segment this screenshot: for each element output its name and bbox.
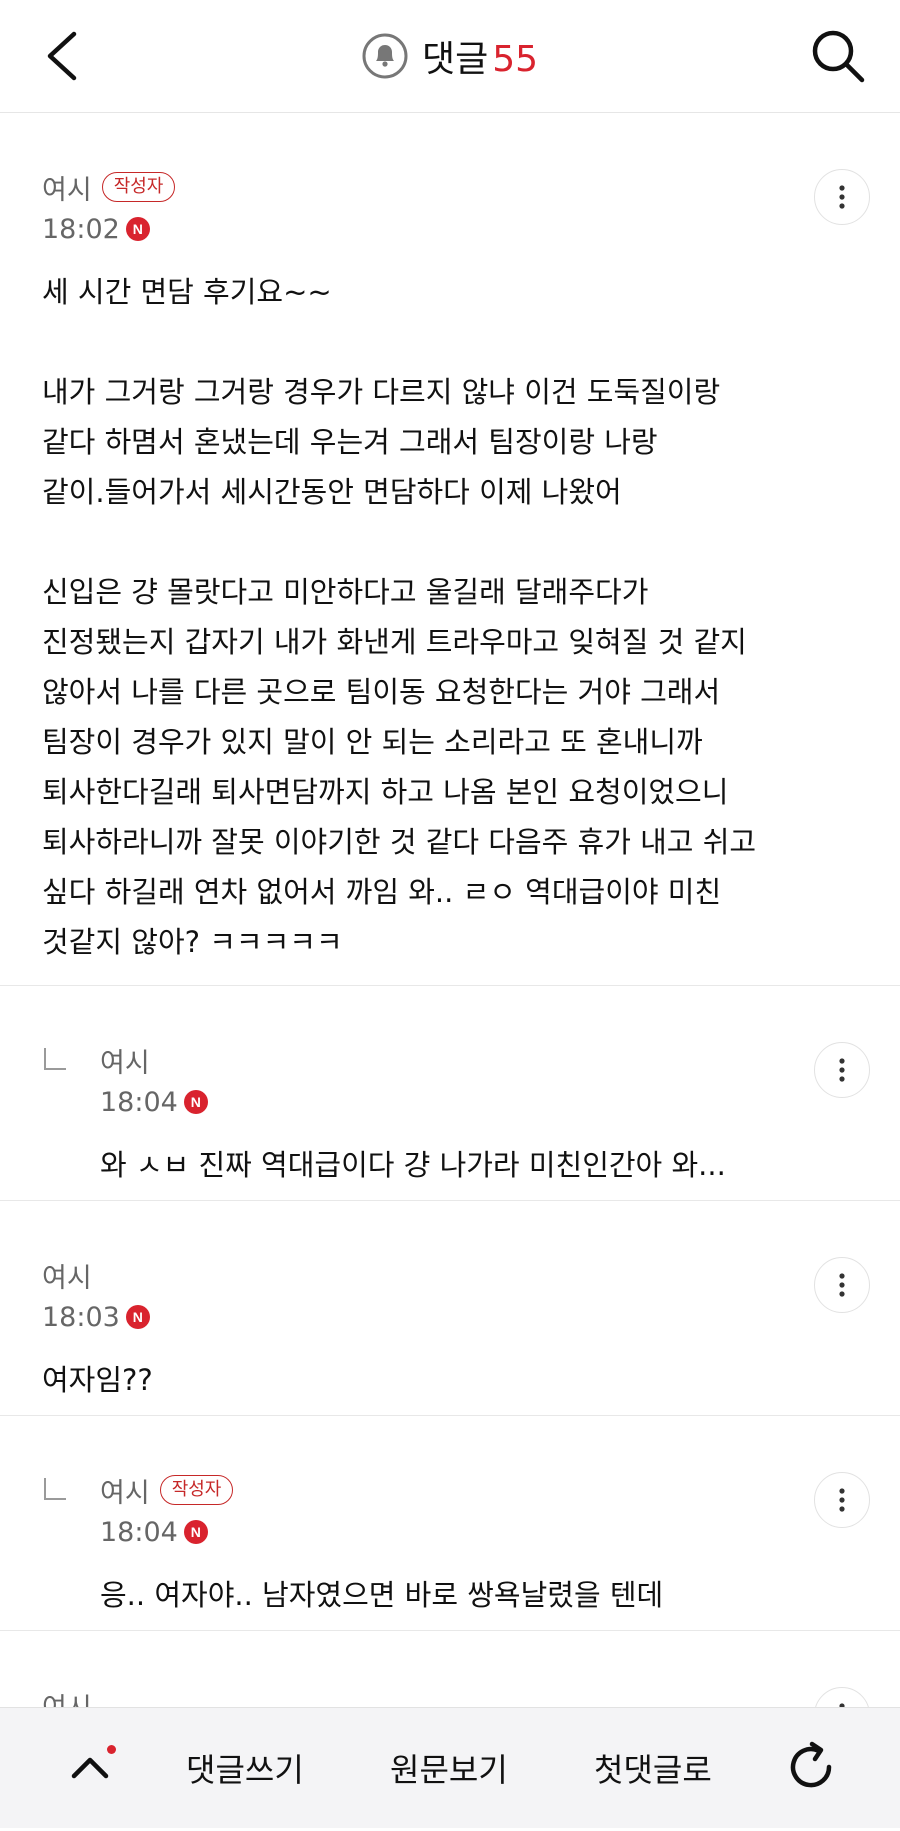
author-badge: 작성자 (159, 1475, 234, 1505)
more-vertical-icon (839, 1273, 845, 1297)
top-header: 댓글 55 (0, 0, 900, 113)
comment-more-button[interactable] (814, 169, 870, 225)
new-badge: N (183, 1090, 208, 1114)
comment-body: 와 ㅅㅂ 진짜 역대급이다 걍 나가라 미친인간아 와... (100, 1148, 726, 1182)
comment-body: 여자임?? (42, 1363, 153, 1397)
comment-author[interactable]: 여시 (100, 1041, 150, 1080)
reply-indicator-icon (44, 1478, 66, 1500)
comment-more-button[interactable] (814, 1042, 870, 1098)
comment-list: 여시 작성자 18:02 N 세 시간 면담 후기요~~ 내가 그거랑 그거랑 … (0, 113, 900, 1831)
first-comment-button[interactable]: 첫댓글로 (594, 1746, 712, 1790)
comments-title: 댓글 (421, 39, 489, 80)
search-icon (812, 30, 865, 83)
comment-author[interactable]: 여시 (42, 1256, 92, 1295)
comment-more-button[interactable] (814, 1472, 870, 1528)
new-badge: N (183, 1520, 208, 1544)
comment-time: 18:04 (100, 1516, 178, 1548)
comment-author[interactable]: 여시 (100, 1471, 150, 1510)
comment-author[interactable]: 여시 (42, 168, 92, 207)
more-vertical-icon (839, 1488, 845, 1512)
comment-time: 18:03 (42, 1301, 120, 1333)
more-vertical-icon (839, 185, 845, 209)
comment-item: 여시 작성자 18:02 N 세 시간 면담 후기요~~ 내가 그거랑 그거랑 … (0, 113, 900, 986)
author-badge: 작성자 (101, 172, 176, 202)
bell-icon[interactable] (362, 33, 408, 79)
view-original-button[interactable]: 원문보기 (390, 1746, 508, 1790)
bottom-toolbar: 댓글쓰기 원문보기 첫댓글로 (0, 1707, 900, 1828)
comment-more-button[interactable] (814, 1257, 870, 1313)
search-button[interactable] (808, 26, 868, 86)
reply-item: 여시 작성자 18:04 N 응.. 여자야.. 남자였으면 바로 쌍욕날렸을 … (0, 1416, 900, 1631)
reply-indicator-icon (44, 1048, 66, 1070)
comment-time: 18:04 (100, 1086, 178, 1118)
refresh-icon (790, 1741, 832, 1788)
comment-item: 여시 18:03 N 여자임?? (0, 1201, 900, 1416)
new-badge: N (125, 1305, 150, 1329)
comment-body: 세 시간 면담 후기요~~ 내가 그거랑 그거랑 경우가 다르지 않냐 이건 도… (42, 275, 757, 959)
more-vertical-icon (839, 1058, 845, 1082)
comment-count: 55 (492, 39, 539, 80)
header-title-area: 댓글 55 (0, 30, 900, 82)
refresh-button[interactable] (780, 1736, 842, 1798)
comment-body: 응.. 여자야.. 남자였으면 바로 쌍욕날렸을 텐데 (100, 1578, 664, 1612)
reply-item: 여시 18:04 N 와 ㅅㅂ 진짜 역대급이다 걍 나가라 미친인간아 와..… (0, 986, 900, 1201)
notification-dot (107, 1745, 116, 1754)
comment-time: 18:02 (42, 213, 120, 245)
write-comment-button[interactable]: 댓글쓰기 (186, 1746, 304, 1790)
page-title: 댓글 55 (422, 30, 538, 82)
new-badge: N (125, 217, 150, 241)
